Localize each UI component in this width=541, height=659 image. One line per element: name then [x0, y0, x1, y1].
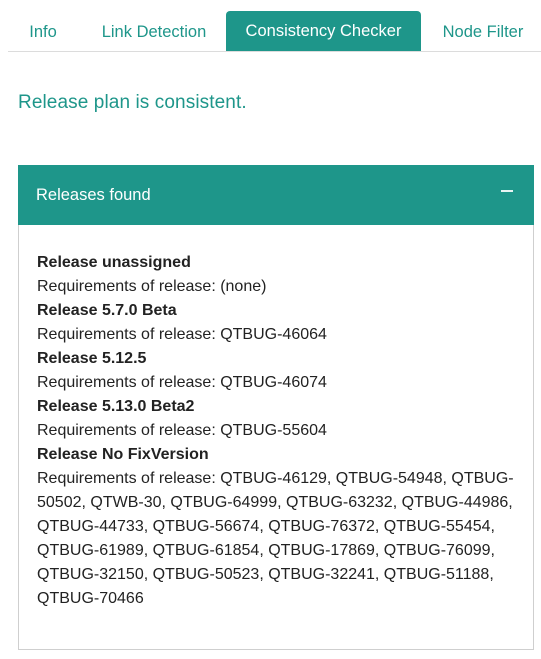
- releases-panel-header[interactable]: Releases found: [18, 165, 534, 225]
- release-name: Release 5.12.5: [37, 350, 147, 367]
- release-item: Release 5.7.0 Beta Requirements of relea…: [37, 299, 521, 347]
- release-requirements: Requirements of release: (none): [37, 278, 267, 295]
- release-name: Release unassigned: [37, 254, 191, 271]
- releases-panel: Releases found Release unassigned Requir…: [18, 165, 534, 650]
- panel-title: Releases found: [36, 186, 151, 204]
- release-name: Release 5.13.0 Beta2: [37, 398, 195, 415]
- tab-bar: Info Link Detection Consistency Checker …: [8, 11, 541, 52]
- release-requirements: Requirements of release: QTBUG-46074: [37, 374, 327, 391]
- release-item: Release No FixVersion Requirements of re…: [37, 443, 521, 611]
- release-item: Release 5.13.0 Beta2 Requirements of rel…: [37, 395, 521, 443]
- tab-info[interactable]: Info: [8, 11, 78, 51]
- release-item: Release 5.12.5 Requirements of release: …: [37, 347, 521, 395]
- release-name: Release 5.7.0 Beta: [37, 302, 177, 319]
- minus-icon[interactable]: [501, 190, 513, 192]
- release-requirements: Requirements of release: QTBUG-46129, QT…: [37, 470, 514, 607]
- release-item: Release unassigned Requirements of relea…: [37, 251, 521, 299]
- release-requirements: Requirements of release: QTBUG-55604: [37, 422, 327, 439]
- tab-node-filter[interactable]: Node Filter: [428, 11, 538, 51]
- release-requirements: Requirements of release: QTBUG-46064: [37, 326, 327, 343]
- tab-link-detection[interactable]: Link Detection: [84, 11, 224, 51]
- releases-list: Release unassigned Requirements of relea…: [37, 251, 521, 611]
- release-name: Release No FixVersion: [37, 446, 209, 463]
- consistency-status: Release plan is consistent.: [18, 92, 247, 113]
- tab-consistency-checker[interactable]: Consistency Checker: [226, 11, 421, 51]
